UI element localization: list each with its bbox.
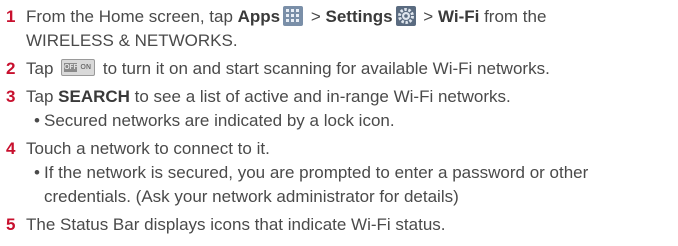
step-number: 3 — [6, 87, 16, 106]
step-text: Tap — [26, 87, 59, 106]
bullet: • — [34, 111, 40, 130]
bullet-text: Secured networks are indicated by a lock… — [44, 111, 395, 130]
wifi-label: Wi-Fi — [437, 7, 480, 26]
settings-label: Settings — [325, 7, 393, 26]
step-number: 1 — [6, 7, 16, 26]
step-number: 5 — [6, 215, 16, 234]
step-number: 2 — [6, 59, 16, 78]
step-text: WIRELESS & NETWORKS. — [26, 31, 238, 50]
bullet-text: If the network is secured, you are promp… — [44, 163, 589, 182]
bullet: • — [34, 163, 40, 182]
toggle-off-label: OFF — [64, 63, 78, 72]
step-text: Touch a network to connect to it. — [26, 139, 270, 158]
step-text: The Status Bar displays icons that indic… — [26, 215, 446, 234]
separator: > — [418, 7, 438, 26]
bullet-text: credentials. (Ask your network administr… — [44, 187, 459, 206]
separator: > — [306, 7, 326, 26]
wifi-toggle-icon: OFF ON — [61, 59, 96, 76]
settings-gear-icon — [395, 6, 416, 26]
apps-grid-icon — [283, 6, 304, 26]
instructions: 1 From the Home screen, tap Apps > Setti… — [0, 0, 678, 246]
step-text: Tap — [26, 59, 59, 78]
search-label: SEARCH — [58, 87, 130, 106]
step-text: to see a list of active and in-range Wi-… — [129, 87, 511, 106]
step-text: to turn it on and start scanning for ava… — [98, 59, 550, 78]
toggle-on-label: ON — [80, 63, 92, 71]
step-number: 4 — [6, 139, 16, 158]
step-text: from the — [479, 7, 547, 26]
step-text: From the Home screen, tap — [26, 7, 238, 26]
apps-label: Apps — [237, 7, 281, 26]
